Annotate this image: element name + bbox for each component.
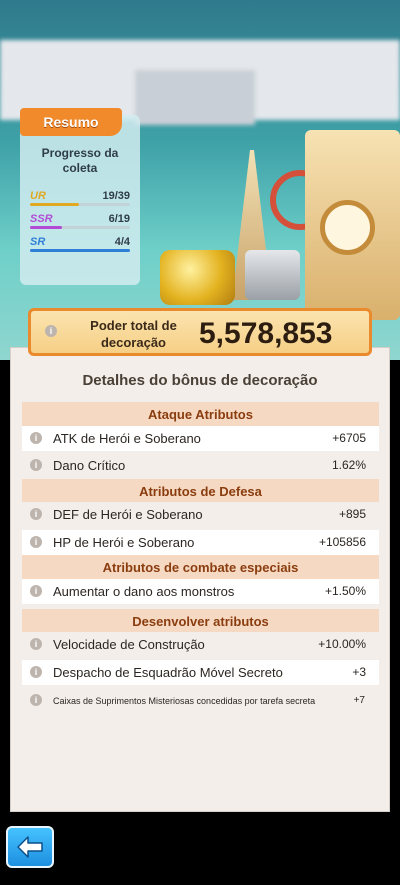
attribute-value: +1.50% [324, 584, 366, 598]
total-power-banner: i Poder total de decoração 5,578,853 [28, 308, 372, 356]
rarity-ur: UR 19/39 [30, 190, 130, 208]
attribute-label: Despacho de Esquadrão Móvel Secreto [53, 665, 283, 680]
rarity-progress-bar [30, 226, 130, 229]
rarity-progress-bar [30, 203, 130, 206]
rarity-progress-bar [30, 249, 130, 252]
back-button[interactable] [6, 826, 54, 868]
info-icon[interactable]: i [30, 536, 42, 548]
info-icon[interactable]: i [30, 638, 42, 650]
collection-progress-title: Progresso da coleta [41, 146, 119, 175]
rarity-count: 19/39 [102, 190, 130, 202]
attribute-row: i Aumentar o dano aos monstros +1.50% [22, 579, 379, 604]
rarity-progress-fill [30, 249, 130, 252]
rarity-tag: SSR [30, 213, 53, 225]
attribute-row: i Despacho de Esquadrão Móvel Secreto +3 [22, 660, 379, 685]
attribute-row: i Caixas de Suprimentos Misteriosas conc… [22, 688, 379, 713]
summary-tab[interactable]: Resumo [20, 108, 122, 136]
attribute-label: HP de Herói e Soberano [53, 535, 195, 550]
attribute-label: Aumentar o dano aos monstros [53, 584, 235, 599]
attribute-row: i Dano Crítico 1.62% [22, 453, 379, 478]
attribute-row: i HP de Herói e Soberano +105856 [22, 530, 379, 555]
rarity-tag: SR [30, 236, 46, 248]
attribute-value: +6705 [332, 431, 366, 445]
section-header-development: Desenvolver atributos [22, 609, 379, 633]
rarity-sr: SR 4/4 [30, 236, 130, 254]
gold-tank-decoration[interactable] [160, 250, 235, 305]
rarity-count: 4/4 [114, 236, 130, 248]
attribute-row: i DEF de Herói e Soberano +895 [22, 502, 379, 527]
section-header-special-combat: Atributos de combate especiais [22, 555, 379, 579]
panel-title: Detalhes do bônus de decoração [82, 372, 318, 389]
info-icon[interactable]: i [30, 508, 42, 520]
vehicle-decoration[interactable] [245, 250, 300, 300]
attribute-value: +7 [353, 695, 365, 706]
attribute-row: i ATK de Herói e Soberano +6705 [22, 426, 379, 451]
info-icon[interactable]: i [30, 694, 42, 706]
attribute-label: Caixas de Suprimentos Misteriosas conced… [53, 696, 316, 706]
info-icon[interactable]: i [30, 432, 42, 444]
rarity-progress-fill [30, 203, 79, 206]
attribute-value: +895 [338, 507, 366, 521]
clock-face-decoration [320, 200, 375, 255]
rarity-ssr: SSR 6/19 [30, 213, 130, 231]
rarity-progress-fill [30, 226, 62, 229]
info-icon[interactable]: i [30, 585, 42, 597]
arrow-left-icon [17, 836, 43, 858]
power-label: Poder total de decoração [90, 318, 177, 350]
attribute-value: +3 [352, 665, 366, 679]
attribute-value: +105856 [318, 535, 366, 549]
section-header-attack: Ataque Atributos [22, 402, 379, 426]
info-icon[interactable]: i [30, 666, 42, 678]
attribute-label: DEF de Herói e Soberano [53, 507, 203, 522]
rarity-count: 6/19 [108, 213, 130, 225]
blurred-region [135, 70, 255, 125]
attribute-value: 1.62% [331, 458, 366, 472]
attribute-label: Velocidade de Construção [53, 637, 205, 652]
attribute-label: ATK de Herói e Soberano [53, 431, 201, 446]
section-header-defense: Atributos de Defesa [22, 479, 379, 503]
info-icon[interactable]: i [45, 325, 57, 337]
attribute-value: +10.00% [318, 637, 366, 651]
attribute-row: i Velocidade de Construção +10.00% [22, 632, 379, 657]
rarity-tag: UR [30, 190, 46, 202]
info-icon[interactable]: i [30, 459, 42, 471]
power-value: 5,578,853 [199, 317, 333, 350]
attribute-label: Dano Crítico [53, 458, 126, 473]
